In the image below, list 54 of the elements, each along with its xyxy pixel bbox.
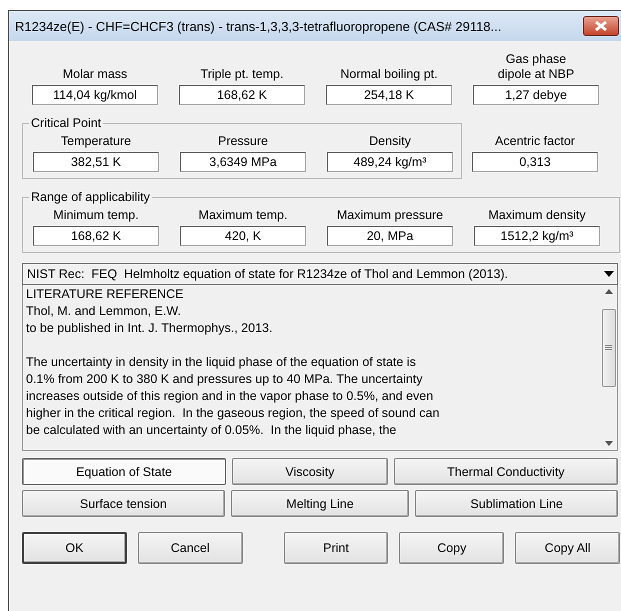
scroll-down-icon[interactable] — [604, 441, 612, 446]
value-field[interactable]: 20, MPa — [327, 226, 453, 246]
field-label: Triple pt. temp. — [200, 67, 284, 82]
scroll-up-icon[interactable] — [604, 289, 612, 294]
value-field[interactable]: 3,6349 MPa — [180, 152, 306, 172]
field-label: Normal boiling pt. — [340, 67, 438, 82]
value-field[interactable]: 1,27 debye — [473, 85, 599, 105]
text-line: higher in the critical region. In the gaseous region, the speed of sound can — [26, 405, 440, 422]
dialog-button[interactable]: Copy All — [515, 532, 620, 564]
dialog-button[interactable]: Copy — [399, 532, 504, 564]
field-label: Gas phase dipole at NBP — [498, 52, 574, 82]
field-label: Pressure — [218, 134, 268, 149]
model-button[interactable]: Surface tension — [22, 490, 225, 517]
close-icon — [594, 20, 608, 32]
field-label: Maximum density — [488, 208, 586, 223]
text-line: increases outside of this region and in the vapor phase to 0.5%, and even — [26, 388, 434, 405]
text-line: The uncertainty in density in the liquid phase of the equation of state is — [26, 354, 417, 371]
model-button[interactable]: Melting Line — [230, 490, 410, 517]
window-title: R1234ze(E) - CHF=CHCF3 (trans) - trans-1,3,3,3-tetrafluoropropene (CAS# 29118... — [15, 18, 502, 34]
value-field[interactable]: 420, K — [180, 226, 306, 246]
dropdown-arrow-icon — [604, 271, 614, 277]
text-line: LITERATURE REFERENCE — [26, 286, 184, 303]
grip-icon — [605, 344, 612, 350]
dropdown-value: NIST Rec: FEQ Helmholtz equation of state for R1234ze of Thol and Lemmon (2013). — [27, 267, 508, 281]
group-title: Range of applicability — [29, 189, 152, 205]
value-field[interactable]: 382,51 K — [33, 152, 159, 172]
field-label: Molar mass — [62, 67, 128, 82]
value-field[interactable]: 168,62 K — [33, 226, 159, 246]
value-field[interactable]: 489,24 kg/m³ — [327, 152, 453, 172]
field-label: Density — [369, 134, 411, 149]
text-line: 0.1% from 200 K to 380 K and pressures up to 40 MPa. The uncertainty — [26, 371, 424, 388]
dialog-button[interactable]: OK — [22, 532, 127, 564]
model-button[interactable]: Sublimation Line — [415, 490, 618, 517]
value-field[interactable]: 0,313 — [472, 152, 598, 172]
text-line: be calculated with an uncertainty of 0.05%. In the liquid phase, the — [26, 422, 398, 439]
field-label: Acentric factor — [495, 134, 575, 149]
value-field[interactable]: 254,18 K — [326, 85, 452, 105]
model-button[interactable]: Thermal Conductivity — [394, 458, 618, 485]
model-button[interactable]: Viscosity — [232, 458, 388, 485]
field-label: Maximum pressure — [336, 208, 444, 223]
field-label: Temperature — [60, 134, 132, 149]
close-button[interactable] — [583, 16, 619, 36]
dialog-button[interactable]: Cancel — [138, 532, 243, 564]
value-field[interactable]: 168,62 K — [179, 85, 305, 105]
value-field[interactable]: 1512,2 kg/m³ — [474, 226, 600, 246]
scrollbar-thumb[interactable] — [602, 308, 616, 386]
model-button[interactable]: Equation of State — [22, 458, 226, 485]
text-line: to be published in Int. J. Thermophys., 2013. — [26, 320, 274, 337]
field-label: Minimum temp. — [53, 208, 139, 223]
text-line: Thol, M. and Lemmon, E.W. — [26, 303, 182, 320]
field-label: Maximum temp. — [198, 208, 288, 223]
model-dropdown[interactable]: NIST Rec: FEQ Helmholtz equation of state for R1234ze of Thol and Lemmon (2013). — [22, 263, 618, 285]
value-field[interactable]: 114,04 kg/kmol — [32, 85, 158, 105]
dialog-button[interactable]: Print — [284, 532, 388, 564]
